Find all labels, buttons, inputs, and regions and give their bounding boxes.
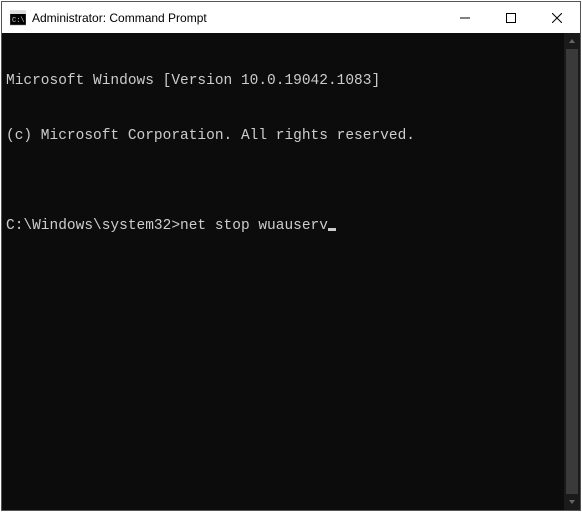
typed-command: net stop wuauserv	[180, 217, 328, 235]
command-prompt-window: C:\ Administrator: Command Prompt Micros…	[1, 1, 581, 511]
cursor	[328, 228, 336, 231]
scroll-track[interactable]	[564, 49, 580, 494]
cmd-icon: C:\	[10, 10, 26, 26]
minimize-button[interactable]	[442, 2, 488, 33]
vertical-scrollbar[interactable]	[564, 33, 580, 510]
terminal-area[interactable]: Microsoft Windows [Version 10.0.19042.10…	[2, 33, 580, 510]
scroll-down-arrow-icon[interactable]	[564, 494, 580, 510]
window-title: Administrator: Command Prompt	[32, 11, 207, 25]
prompt-line: C:\Windows\system32>net stop wuauserv	[6, 217, 576, 235]
version-line: Microsoft Windows [Version 10.0.19042.10…	[6, 72, 576, 90]
scroll-up-arrow-icon[interactable]	[564, 33, 580, 49]
window-controls	[442, 2, 580, 33]
maximize-button[interactable]	[488, 2, 534, 33]
svg-text:C:\: C:\	[12, 17, 25, 25]
copyright-line: (c) Microsoft Corporation. All rights re…	[6, 127, 576, 145]
close-button[interactable]	[534, 2, 580, 33]
scroll-thumb[interactable]	[566, 49, 578, 494]
prompt-path: C:\Windows\system32>	[6, 217, 180, 235]
titlebar[interactable]: C:\ Administrator: Command Prompt	[2, 2, 580, 33]
